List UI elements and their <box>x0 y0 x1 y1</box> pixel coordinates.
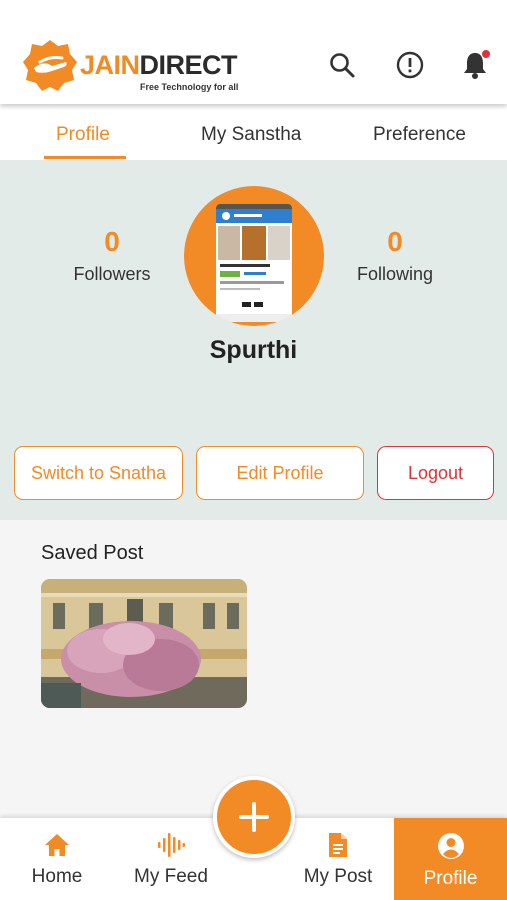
home-icon <box>45 834 69 856</box>
following-stat[interactable]: 0 Following <box>325 226 465 285</box>
saved-post-thumbnail[interactable] <box>41 579 247 708</box>
active-tab-indicator <box>44 156 126 159</box>
brand-part-2: DIRECT <box>139 50 238 80</box>
avatar[interactable] <box>184 186 324 326</box>
profile-summary-panel: 0 Followers 0 Following Spurthi Switch t… <box>0 160 507 520</box>
following-label: Following <box>356 264 434 284</box>
followers-label: Followers <box>73 264 151 284</box>
edit-profile-button[interactable]: Edit Profile <box>196 446 364 500</box>
followers-stat[interactable]: 0 Followers <box>42 226 182 285</box>
following-count: 0 <box>387 226 403 257</box>
nav-my-feed[interactable]: My Feed <box>126 818 216 900</box>
tab-my-sanstha[interactable]: My Sanstha <box>201 124 301 146</box>
search-icon[interactable] <box>325 48 359 82</box>
tab-profile[interactable]: Profile <box>56 124 110 146</box>
nav-my-post[interactable]: My Post <box>296 818 380 900</box>
profile-username: Spurthi <box>209 336 298 364</box>
nav-home[interactable]: Home <box>14 818 100 900</box>
logout-button[interactable]: Logout <box>377 446 494 500</box>
avatar-image <box>216 204 292 322</box>
alert-circle-icon[interactable] <box>393 48 427 82</box>
saved-posts-section: Saved Post <box>0 520 507 818</box>
switch-to-snatha-button[interactable]: Switch to Snatha <box>14 446 183 500</box>
nav-profile-label: Profile <box>423 868 478 889</box>
tab-preference[interactable]: Preference <box>373 124 466 146</box>
followers-count: 0 <box>104 226 120 257</box>
notification-dot <box>482 50 490 58</box>
plus-icon <box>239 802 269 832</box>
user-circle-icon <box>437 833 464 859</box>
audio-wave-icon <box>158 833 185 857</box>
app-header: JAINDIRECT Free Technology for all <box>0 0 507 104</box>
saved-post-heading: Saved Post <box>41 542 144 564</box>
brand-logo-icon <box>22 38 78 94</box>
profile-tabs: Profile My Sanstha Preference <box>0 104 507 160</box>
nav-home-label: Home <box>31 866 83 887</box>
brand-name: JAINDIRECT <box>80 50 238 81</box>
brand-part-1: JAIN <box>80 50 140 80</box>
nav-my-post-label: My Post <box>303 866 373 887</box>
bell-icon[interactable] <box>458 48 492 82</box>
brand-tagline: Free Technology for all <box>140 82 239 92</box>
document-icon <box>329 833 347 857</box>
nav-my-feed-label: My Feed <box>134 866 208 887</box>
create-post-fab[interactable] <box>213 776 295 858</box>
nav-profile[interactable]: Profile <box>394 818 507 900</box>
